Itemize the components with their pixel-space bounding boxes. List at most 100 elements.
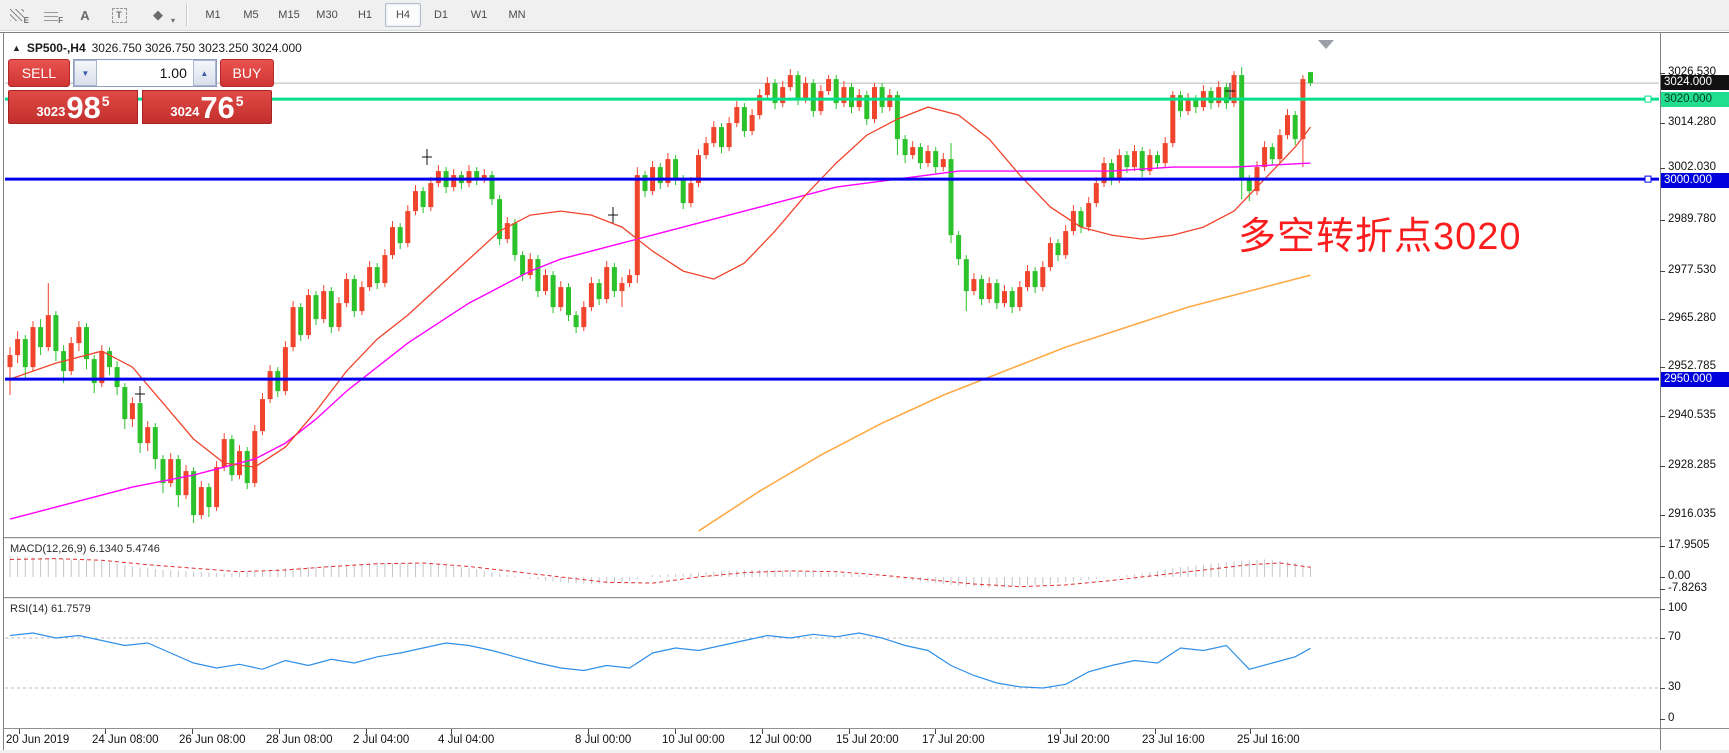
price-badge: 2950.000 — [1661, 372, 1729, 387]
text-label-icon[interactable]: T — [103, 2, 135, 28]
time-axis-tick — [762, 729, 763, 734]
buy-button[interactable]: BUY — [220, 59, 274, 87]
time-axis-label: 15 Jul 20:00 — [836, 734, 899, 746]
price-axis-tick — [1660, 168, 1665, 169]
window-left-border — [3, 32, 4, 750]
timeframe-h1[interactable]: H1 — [347, 3, 383, 27]
time-axis-tick — [366, 729, 367, 734]
time-axis-tick — [1250, 729, 1251, 734]
time-axis-tick — [849, 729, 850, 734]
bid-price-box[interactable]: 3023 98 5 — [8, 90, 138, 124]
price-axis-label: 3002.030 — [1668, 161, 1716, 173]
time-axis-tick — [588, 729, 589, 734]
fibonacci-icon[interactable]: F — [35, 2, 67, 28]
timeframe-m1[interactable]: M1 — [195, 3, 231, 27]
price-axis-label: 2965.280 — [1668, 312, 1716, 324]
collapse-icon[interactable]: ▲ — [12, 43, 21, 53]
chart-title-bar: ▲ SP500-,H4 3026.750 3026.750 3023.250 3… — [12, 41, 302, 55]
trading-platform-window: E F A T ◆▾ M1M5M15M30H1H4D1W1MN ▲ SP500-… — [0, 0, 1729, 753]
price-axis-tick — [1660, 466, 1665, 467]
ask-price-box[interactable]: 3024 76 5 — [142, 90, 272, 124]
price-axis-tick — [1660, 123, 1665, 124]
volume-increase-button[interactable]: ▲ — [193, 60, 216, 86]
annotation-text[interactable]: 多空转折点3020 — [1238, 205, 1522, 260]
ask-big-figure: 3024 — [170, 104, 199, 119]
bid-pipette: 5 — [102, 93, 110, 109]
timeframe-mn[interactable]: MN — [499, 3, 535, 27]
time-axis-label: 8 Jul 00:00 — [575, 734, 631, 746]
axis-divider — [1660, 32, 1661, 750]
time-axis-label: 12 Jul 00:00 — [749, 734, 812, 746]
toolbar-separator — [186, 4, 188, 26]
text-icon[interactable]: A — [69, 2, 101, 28]
price-badge: 3024.000 — [1661, 75, 1729, 90]
timeframe-h4[interactable]: H4 — [385, 3, 421, 27]
price-axis-tick — [1660, 367, 1665, 368]
price-axis-tick — [1660, 220, 1665, 221]
rsi-pane[interactable] — [4, 599, 1660, 728]
rsi-axis-label: 70 — [1668, 631, 1681, 643]
timeframe-w1[interactable]: W1 — [461, 3, 497, 27]
macd-axis-label: 0.00 — [1668, 570, 1690, 582]
price-axis-label: 2977.530 — [1668, 264, 1716, 276]
time-axis-label: 26 Jun 08:00 — [179, 734, 246, 746]
scroll-to-end-icon[interactable] — [1318, 40, 1334, 49]
price-axis-label: 2928.285 — [1668, 459, 1716, 471]
price-axis-tick — [1660, 515, 1665, 516]
price-axis-label: 3014.280 — [1668, 116, 1716, 128]
macd-axis-tick — [1660, 589, 1665, 590]
macd-pane[interactable] — [4, 539, 1660, 597]
arrow-objects-icon[interactable]: ◆▾ — [137, 2, 179, 28]
time-axis-tick — [1155, 729, 1156, 734]
time-axis-label: 28 Jun 08:00 — [266, 734, 333, 746]
sell-button[interactable]: SELL — [8, 59, 70, 87]
rsi-axis-label: 0 — [1668, 712, 1674, 724]
rsi-axis-label: 100 — [1668, 602, 1687, 614]
time-axis-tick — [451, 729, 452, 734]
price-axis-tick — [1660, 416, 1665, 417]
window-top-border — [0, 32, 1729, 33]
time-axis-label: 25 Jul 16:00 — [1237, 734, 1300, 746]
rsi-axis-tick — [1660, 688, 1665, 689]
ohlc-readout: 3026.750 3026.750 3023.250 3024.000 — [92, 41, 302, 55]
timeframe-m5[interactable]: M5 — [233, 3, 269, 27]
volume-input[interactable] — [97, 60, 193, 86]
price-axis-label: 2916.035 — [1668, 508, 1716, 520]
volume-decrease-button[interactable]: ▼ — [74, 60, 97, 86]
time-axis-tick — [105, 729, 106, 734]
time-axis-tick — [279, 729, 280, 734]
ask-pips: 76 — [200, 93, 234, 122]
rsi-axis-tick — [1660, 638, 1665, 639]
timeframe-d1[interactable]: D1 — [423, 3, 459, 27]
time-axis-tick — [935, 729, 936, 734]
volume-stepper: ▼ ▲ — [73, 59, 217, 87]
macd-axis-label: 17.9505 — [1668, 539, 1710, 551]
price-axis-label: 2989.780 — [1668, 213, 1716, 225]
time-axis-tick — [19, 729, 20, 734]
ask-pipette: 5 — [236, 93, 244, 109]
time-axis-label: 23 Jul 16:00 — [1142, 734, 1205, 746]
line-studies-icon[interactable]: E — [1, 2, 33, 28]
one-click-trade-panel: SELL ▼ ▲ BUY 3023 98 5 3024 76 5 — [8, 59, 274, 124]
price-axis-tick — [1660, 271, 1665, 272]
timeframe-m15[interactable]: M15 — [271, 3, 307, 27]
macd-label: MACD(12,26,9) 6.1340 5.4746 — [10, 543, 160, 555]
rsi-axis-tick — [1660, 609, 1665, 610]
macd-axis-label: -7.8263 — [1668, 582, 1707, 594]
time-axis[interactable] — [4, 729, 1660, 750]
pane-separator-main-hl — [4, 538, 1660, 539]
timeframe-m30[interactable]: M30 — [309, 3, 345, 27]
time-axis-label: 24 Jun 08:00 — [92, 734, 159, 746]
price-axis-tick — [1660, 73, 1665, 74]
time-axis-label: 20 Jun 2019 — [6, 734, 69, 746]
time-axis-label: 19 Jul 20:00 — [1047, 734, 1110, 746]
price-axis-label: 2952.785 — [1668, 360, 1716, 372]
time-axis-label: 10 Jul 00:00 — [662, 734, 725, 746]
bid-big-figure: 3023 — [36, 104, 65, 119]
symbol-period-label: SP500-,H4 — [27, 41, 86, 55]
price-badge: 3020.000 — [1661, 92, 1729, 107]
macd-axis-tick — [1660, 577, 1665, 578]
time-axis-label: 17 Jul 20:00 — [922, 734, 985, 746]
time-axis-label: 2 Jul 04:00 — [353, 734, 409, 746]
rsi-label: RSI(14) 61.7579 — [10, 603, 91, 615]
